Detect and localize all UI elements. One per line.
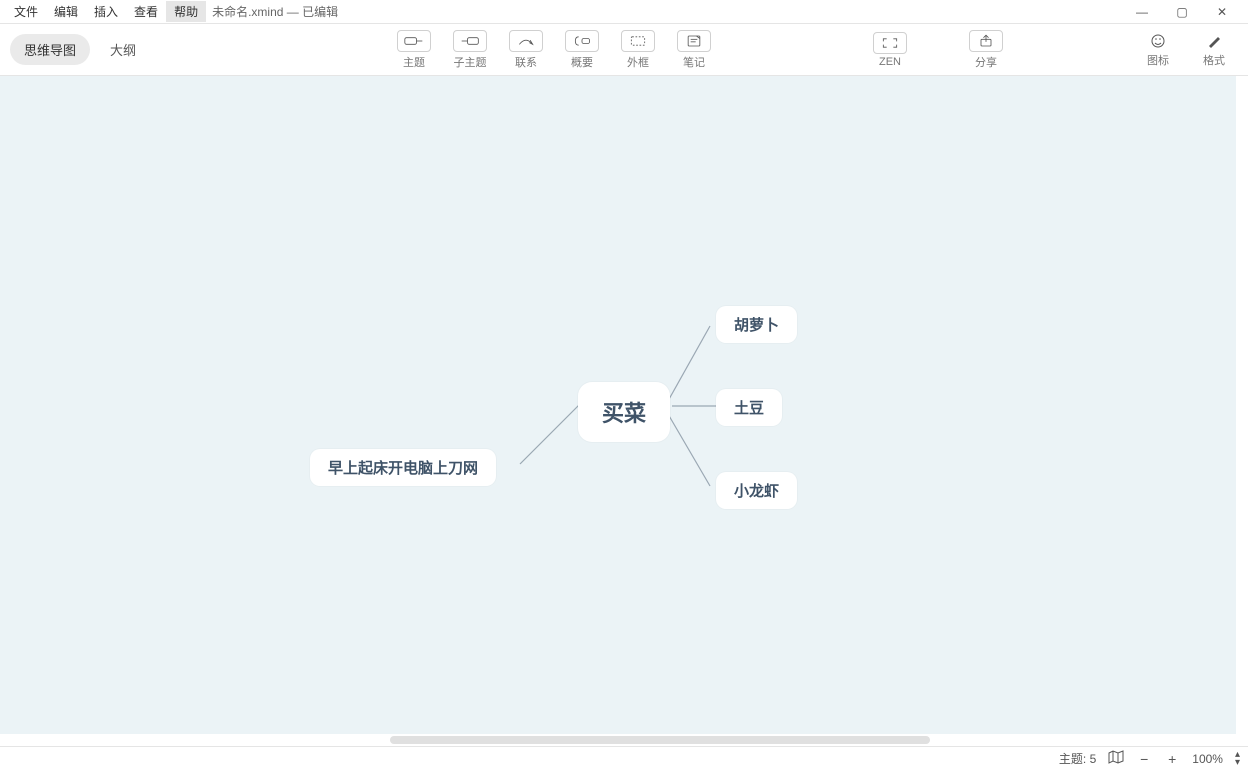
statusbar: 主题: 5 − + 100% ▴▾ bbox=[0, 746, 1248, 770]
menubar: 文件 编辑 插入 查看 帮助 未命名.xmind — 已编辑 — ▢ ✕ bbox=[0, 0, 1248, 24]
node-central[interactable]: 买菜 bbox=[578, 382, 670, 442]
tool-topic-label: 主题 bbox=[403, 54, 425, 70]
edit-status: 已编辑 bbox=[302, 5, 338, 19]
tab-outline[interactable]: 大纲 bbox=[96, 34, 150, 65]
tool-format-label: 格式 bbox=[1203, 52, 1225, 68]
tab-mindmap[interactable]: 思维导图 bbox=[10, 34, 90, 65]
tool-icons-label: 图标 bbox=[1147, 52, 1169, 68]
close-button[interactable]: ✕ bbox=[1202, 5, 1242, 19]
minimap-icon[interactable] bbox=[1108, 750, 1124, 767]
summary-icon bbox=[565, 30, 599, 52]
node-child-1[interactable]: 土豆 bbox=[716, 389, 782, 426]
node-child-2[interactable]: 小龙虾 bbox=[716, 472, 797, 509]
smiley-icon bbox=[1147, 32, 1169, 50]
tool-topic[interactable]: 主题 bbox=[390, 27, 438, 73]
view-toggle: 思维导图 大纲 bbox=[10, 34, 150, 65]
tool-group-main: 主题 子主题 联系 概要 外框 笔记 bbox=[390, 27, 718, 73]
node-child-0[interactable]: 胡萝卜 bbox=[716, 306, 797, 343]
mindmap-canvas[interactable]: 早上起床开电脑上刀网 买菜 胡萝卜 土豆 小龙虾 bbox=[0, 76, 1236, 734]
filename: 未命名.xmind bbox=[212, 5, 283, 19]
tool-group-right1: ZEN bbox=[862, 27, 918, 73]
zoom-out-button[interactable]: − bbox=[1136, 751, 1152, 767]
menu-file[interactable]: 文件 bbox=[6, 1, 46, 22]
menu-help[interactable]: 帮助 bbox=[166, 1, 206, 22]
node-root[interactable]: 早上起床开电脑上刀网 bbox=[310, 449, 496, 486]
tool-zen[interactable]: ZEN bbox=[862, 27, 918, 73]
window-title: 未命名.xmind — 已编辑 bbox=[212, 3, 338, 20]
tool-group-far: 图标 格式 bbox=[1134, 27, 1238, 73]
tool-icons[interactable]: 图标 bbox=[1134, 27, 1182, 73]
subtopic-icon bbox=[453, 30, 487, 52]
tool-summary-label: 概要 bbox=[571, 54, 593, 70]
zen-icon bbox=[873, 32, 907, 54]
menu-insert[interactable]: 插入 bbox=[86, 1, 126, 22]
zoom-stepper[interactable]: ▴▾ bbox=[1235, 751, 1240, 767]
tool-share[interactable]: 分享 bbox=[958, 27, 1014, 73]
boundary-icon bbox=[621, 30, 655, 52]
toolbar: 思维导图 大纲 主题 子主题 联系 概要 外框 笔记 bbox=[0, 24, 1248, 76]
scrollbar-vertical[interactable] bbox=[1236, 76, 1248, 734]
topics-label: 主题: 5 bbox=[1059, 750, 1096, 767]
relation-icon bbox=[509, 30, 543, 52]
maximize-button[interactable]: ▢ bbox=[1162, 5, 1202, 19]
tool-boundary-label: 外框 bbox=[627, 54, 649, 70]
tool-note[interactable]: 笔记 bbox=[670, 27, 718, 73]
tool-summary[interactable]: 概要 bbox=[558, 27, 606, 73]
share-icon bbox=[969, 30, 1003, 52]
topic-icon bbox=[397, 30, 431, 52]
tool-relation-label: 联系 bbox=[515, 54, 537, 70]
canvas-area: 早上起床开电脑上刀网 买菜 胡萝卜 土豆 小龙虾 bbox=[0, 76, 1248, 746]
menu-edit[interactable]: 编辑 bbox=[46, 1, 86, 22]
tool-boundary[interactable]: 外框 bbox=[614, 27, 662, 73]
minimize-button[interactable]: — bbox=[1122, 5, 1162, 19]
scrollbar-horizontal[interactable] bbox=[0, 734, 1236, 746]
tool-group-right2: 分享 bbox=[958, 27, 1014, 73]
tool-relation[interactable]: 联系 bbox=[502, 27, 550, 73]
tool-share-label: 分享 bbox=[975, 54, 997, 70]
zoom-level[interactable]: 100% bbox=[1192, 752, 1223, 766]
tool-note-label: 笔记 bbox=[683, 54, 705, 70]
scrollbar-thumb[interactable] bbox=[390, 736, 930, 744]
zoom-in-button[interactable]: + bbox=[1164, 751, 1180, 767]
tool-format[interactable]: 格式 bbox=[1190, 27, 1238, 73]
tool-zen-label: ZEN bbox=[879, 56, 901, 68]
tool-subtopic-label: 子主题 bbox=[454, 54, 487, 70]
title-sep: — bbox=[283, 5, 302, 19]
tool-subtopic[interactable]: 子主题 bbox=[446, 27, 494, 73]
brush-icon bbox=[1203, 32, 1225, 50]
menu-view[interactable]: 查看 bbox=[126, 1, 166, 22]
note-icon bbox=[677, 30, 711, 52]
